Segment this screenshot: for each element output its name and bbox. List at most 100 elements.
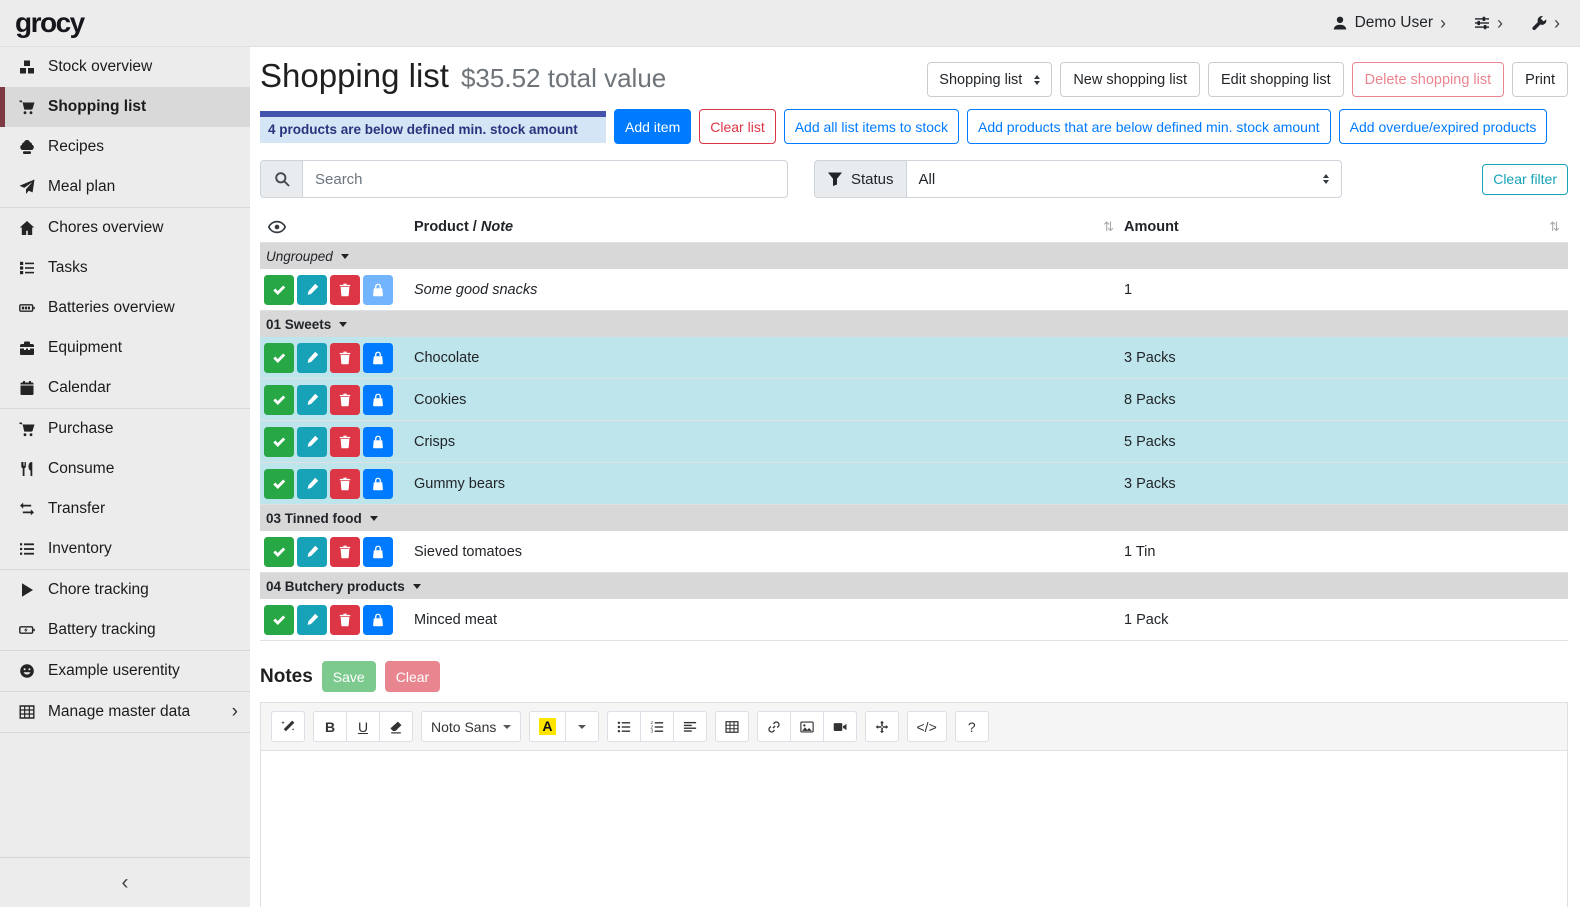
font-color-caret-button[interactable]	[565, 711, 599, 742]
mark-done-button[interactable]	[264, 605, 294, 635]
edit-shopping-list-button[interactable]: Edit shopping list	[1208, 62, 1344, 97]
sidebar-item-consume[interactable]: Consume	[0, 449, 250, 489]
editor-toolbar: B U Noto Sans A 123	[261, 703, 1567, 751]
fullscreen-button[interactable]	[865, 711, 899, 742]
delete-item-button[interactable]	[330, 605, 360, 635]
toggle-done-eye-icon[interactable]	[268, 218, 286, 236]
sidebar-item-transfer[interactable]: Transfer	[0, 489, 250, 529]
notes-editor-area[interactable]	[261, 751, 1567, 907]
edit-item-button[interactable]	[297, 343, 327, 373]
sidebar-collapse-button[interactable]: ‹	[0, 857, 250, 907]
add-item-button[interactable]: Add item	[614, 109, 691, 144]
font-color-button[interactable]: A	[529, 711, 565, 742]
add-to-stock-button[interactable]	[363, 469, 393, 499]
sidebar-item-battery-tracking[interactable]: Battery tracking	[0, 610, 250, 650]
delete-item-button[interactable]	[330, 343, 360, 373]
new-shopping-list-button[interactable]: New shopping list	[1060, 62, 1200, 97]
sidebar-item-shopping-list[interactable]: Shopping list	[0, 87, 250, 127]
ordered-list-button[interactable]: 123	[640, 711, 674, 742]
paragraph-align-button[interactable]	[673, 711, 707, 742]
underline-button[interactable]: U	[346, 711, 380, 742]
notes-save-button[interactable]: Save	[322, 661, 376, 692]
sidebar-item-label: Manage master data	[48, 703, 190, 721]
sidebar-item-recipes[interactable]: Recipes	[0, 127, 250, 167]
edit-item-button[interactable]	[297, 469, 327, 499]
add-all-to-stock-button[interactable]: Add all list items to stock	[784, 109, 959, 144]
notes-clear-button[interactable]: Clear	[385, 661, 440, 692]
insert-picture-button[interactable]	[790, 711, 824, 742]
add-to-stock-button[interactable]	[363, 343, 393, 373]
insert-table-button[interactable]	[715, 711, 749, 742]
group-header-ungrouped[interactable]: Ungrouped	[260, 243, 1568, 269]
mark-done-button[interactable]	[264, 537, 294, 567]
sort-icon[interactable]: ⇅	[1103, 219, 1114, 235]
bold-button[interactable]: B	[313, 711, 347, 742]
delete-item-button[interactable]	[330, 427, 360, 457]
edit-item-button[interactable]	[297, 605, 327, 635]
clear-list-button[interactable]: Clear list	[699, 109, 775, 144]
search-input[interactable]	[302, 160, 788, 198]
add-to-stock-button[interactable]	[363, 275, 393, 305]
sidebar-item-purchase[interactable]: Purchase	[0, 409, 250, 449]
sort-icon[interactable]: ⇅	[1549, 219, 1560, 235]
sidebar-item-label: Purchase	[48, 420, 113, 438]
below-min-stock-alert[interactable]: 4 products are below defined min. stock …	[260, 111, 606, 143]
edit-item-button[interactable]	[297, 427, 327, 457]
edit-item-button[interactable]	[297, 537, 327, 567]
sidebar-item-equipment[interactable]: Equipment	[0, 328, 250, 368]
total-value: $35.52 total value	[461, 63, 666, 94]
align-left-icon	[683, 720, 697, 734]
sidebar-item-example-userentity[interactable]: Example userentity	[0, 651, 250, 691]
sidebar-item-calendar[interactable]: Calendar	[0, 368, 250, 408]
cart-icon	[19, 99, 39, 115]
sidebar-item-chore-tracking[interactable]: Chore tracking	[0, 570, 250, 610]
product-name: Minced meat	[414, 612, 497, 628]
edit-item-button[interactable]	[297, 385, 327, 415]
font-family-button[interactable]: Noto Sans	[421, 711, 521, 742]
shopping-list-select[interactable]: Shopping list	[927, 62, 1052, 97]
help-button[interactable]: ?	[955, 711, 989, 742]
sidebar-item-meal-plan[interactable]: Meal plan	[0, 167, 250, 207]
mark-done-button[interactable]	[264, 275, 294, 305]
table-icon	[725, 720, 739, 734]
print-button[interactable]: Print	[1512, 62, 1568, 97]
group-name: Ungrouped	[266, 249, 333, 264]
add-to-stock-button[interactable]	[363, 537, 393, 567]
mark-done-button[interactable]	[264, 469, 294, 499]
mark-done-button[interactable]	[264, 343, 294, 373]
sidebar-item-manage-master-data[interactable]: Manage master data›	[0, 692, 250, 732]
shopping-list-table: Product / Note ⇅ Amount ⇅ UngroupedSome …	[260, 212, 1568, 641]
add-below-min-stock-button[interactable]: Add products that are below defined min.…	[967, 109, 1331, 144]
settings-menu[interactable]: ›	[1474, 14, 1503, 32]
sidebar-item-chores-overview[interactable]: Chores overview	[0, 208, 250, 248]
admin-menu[interactable]: ›	[1531, 14, 1560, 32]
sidebar-item-batteries-overview[interactable]: Batteries overview	[0, 288, 250, 328]
group-header-04-butchery-products[interactable]: 04 Butchery products	[260, 573, 1568, 599]
group-header-03-tinned-food[interactable]: 03 Tinned food	[260, 505, 1568, 531]
sidebar-item-tasks[interactable]: Tasks	[0, 248, 250, 288]
add-to-stock-button[interactable]	[363, 385, 393, 415]
sidebar-item-inventory[interactable]: Inventory	[0, 529, 250, 569]
clear-format-button[interactable]	[379, 711, 413, 742]
user-menu[interactable]: Demo User ›	[1332, 14, 1446, 32]
clear-filter-button[interactable]: Clear filter	[1482, 164, 1568, 195]
status-select[interactable]: All	[906, 160, 1342, 198]
add-overdue-button[interactable]: Add overdue/expired products	[1339, 109, 1548, 144]
style-magic-button[interactable]	[271, 711, 305, 742]
sidebar-item-stock-overview[interactable]: Stock overview	[0, 47, 250, 87]
delete-shopping-list-button[interactable]: Delete shopping list	[1352, 62, 1505, 97]
mark-done-button[interactable]	[264, 385, 294, 415]
mark-done-button[interactable]	[264, 427, 294, 457]
add-to-stock-button[interactable]	[363, 605, 393, 635]
delete-item-button[interactable]	[330, 537, 360, 567]
code-view-button[interactable]: </>	[907, 711, 947, 742]
delete-item-button[interactable]	[330, 275, 360, 305]
add-to-stock-button[interactable]	[363, 427, 393, 457]
insert-video-button[interactable]	[823, 711, 857, 742]
unordered-list-button[interactable]	[607, 711, 641, 742]
group-header-01-sweets[interactable]: 01 Sweets	[260, 311, 1568, 337]
insert-link-button[interactable]	[757, 711, 791, 742]
edit-item-button[interactable]	[297, 275, 327, 305]
delete-item-button[interactable]	[330, 385, 360, 415]
delete-item-button[interactable]	[330, 469, 360, 499]
